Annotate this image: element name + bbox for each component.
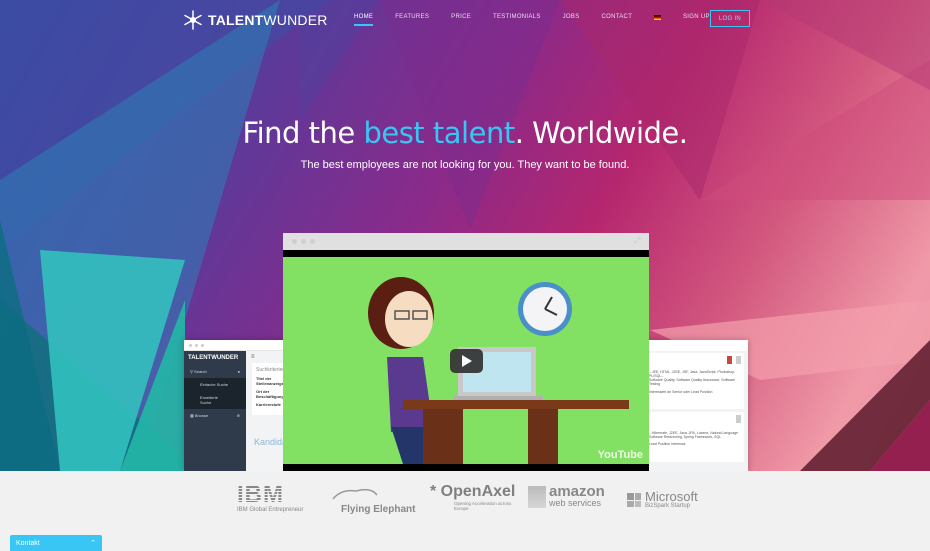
german-flag-icon[interactable] bbox=[654, 15, 662, 20]
window-bar bbox=[184, 340, 294, 351]
youtube-logo[interactable]: YouTube bbox=[598, 449, 643, 461]
sign-up-link[interactable]: SIGN UP bbox=[683, 14, 710, 20]
nav-features[interactable]: Features bbox=[395, 14, 429, 26]
video-window-bar: ⤢ bbox=[283, 233, 649, 250]
sidebar-item-search: ⚲ Search ● bbox=[190, 369, 240, 374]
sidebar-item-browse: ▦ Browse ⊕ bbox=[190, 413, 240, 418]
windows-icon bbox=[627, 493, 641, 507]
sidebar-submenu: Einfache Suche Erweiterte Suche bbox=[184, 378, 246, 409]
video-window: ⤢ YouTube bbox=[283, 233, 649, 471]
hero-title: Find the best talent. Worldwide. bbox=[242, 116, 688, 150]
elephant-icon bbox=[332, 488, 378, 500]
bookmark-icon bbox=[727, 356, 732, 364]
sidebar-item-simple-search: Einfache Suche bbox=[200, 382, 229, 387]
brand-logo[interactable]: TALENTWUNDER bbox=[182, 9, 328, 31]
partner-openaxel-logo: * OpenAxel Opening Acceleration across E… bbox=[430, 483, 516, 511]
nav-price[interactable]: Price bbox=[451, 14, 471, 26]
aws-cubes-icon bbox=[528, 486, 546, 508]
log-in-button[interactable]: LOG IN bbox=[710, 10, 750, 27]
hamburger-icon: ≡ bbox=[251, 354, 255, 360]
main-menu: Home Features Price Testimonials Jobs Co… bbox=[354, 14, 662, 26]
nav-home[interactable]: Home bbox=[354, 14, 374, 26]
play-icon bbox=[461, 355, 472, 367]
video-player[interactable]: YouTube bbox=[283, 257, 649, 464]
hero-section: TALENTWUNDER Home Features Price Testimo… bbox=[0, 0, 930, 471]
chevron-up-icon: ⌃ bbox=[90, 540, 96, 547]
nav-jobs[interactable]: Jobs bbox=[563, 14, 580, 26]
candidate-card: ...JEE, HTML, J2EE, JSF, Java, JavaScrip… bbox=[646, 353, 744, 409]
snowflake-logo-icon bbox=[184, 10, 202, 30]
grid-icon: ▦ Browse bbox=[190, 413, 209, 418]
partner-logos: IBM IBM Global Entrepreneur Flying Eleph… bbox=[0, 471, 930, 527]
brand-name: TALENTWUNDER bbox=[208, 12, 328, 28]
sidebar-item-advanced-search: Erweiterte Suche bbox=[200, 395, 219, 405]
bookmark-icon bbox=[736, 415, 741, 423]
search-icon: ⚲ Search bbox=[190, 369, 207, 374]
expand-icon[interactable]: ⤢ bbox=[634, 237, 642, 245]
nav-testimonials[interactable]: Testimonials bbox=[493, 14, 541, 26]
app-sidebar: TALENTWUNDER ⚲ Search ● Einfache Suche Er… bbox=[184, 351, 246, 471]
partner-aws-logo: amazon web services bbox=[528, 484, 605, 508]
bookmark-icon bbox=[736, 356, 741, 364]
top-navigation: TALENTWUNDER Home Features Price Testimo… bbox=[0, 0, 930, 38]
play-button[interactable] bbox=[450, 349, 483, 373]
nav-contact[interactable]: Contact bbox=[602, 14, 633, 26]
right-app-preview: ...JEE, HTML, J2EE, JSF, Java, JavaScrip… bbox=[646, 340, 748, 471]
partner-ibm-logo: IBM IBM Global Entrepreneur bbox=[237, 481, 304, 514]
kontakt-tab[interactable]: Kontakt ⌃ bbox=[10, 535, 102, 551]
left-app-preview: TALENTWUNDER ⚲ Search ● Einfache Suche Er… bbox=[184, 340, 300, 471]
candidate-card: ...Hibernate, J2EE, Java, JPA, Lucene, N… bbox=[646, 412, 744, 462]
kontakt-label: Kontakt bbox=[16, 539, 40, 547]
hero-subtitle: The best employees are not looking for y… bbox=[300, 159, 630, 171]
window-bar bbox=[646, 340, 748, 351]
app-brand: TALENTWUNDER bbox=[188, 355, 239, 361]
partner-flying-elephant-logo: Flying Elephant bbox=[331, 485, 415, 515]
partner-microsoft-logo: Microsoft BizSpark Startup bbox=[627, 490, 698, 509]
